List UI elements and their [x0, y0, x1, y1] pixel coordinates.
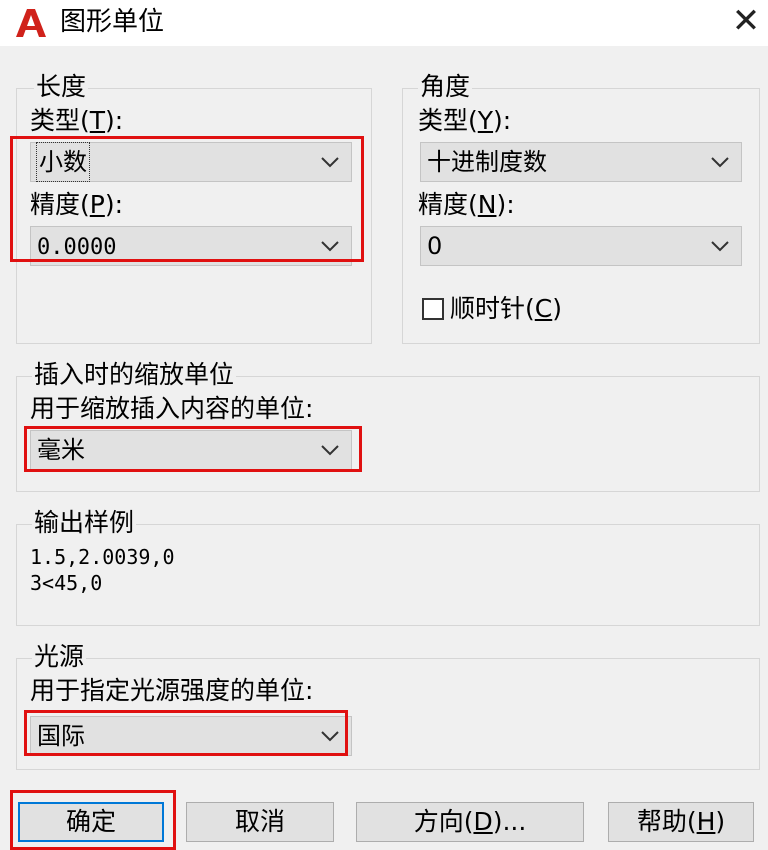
lighting-units-label: 用于指定光源强度的单位: [30, 676, 314, 705]
cancel-button[interactable]: 取消 [186, 802, 334, 842]
length-precision-value: 0.0000 [37, 235, 117, 260]
sample-output-line-1: 1.5,2.0039,0 [30, 545, 175, 569]
insertion-scale-group-title: 插入时的缩放单位 [32, 360, 237, 390]
chevron-down-icon [711, 157, 729, 168]
sample-output-group [16, 524, 760, 626]
lighting-group-title: 光源 [32, 642, 87, 672]
lighting-units-value: 国际 [37, 722, 85, 750]
insertion-units-value: 毫米 [37, 436, 85, 464]
angle-group-title: 角度 [418, 72, 473, 102]
dialog-title: 图形单位 [60, 7, 165, 37]
chevron-down-icon [321, 157, 339, 168]
insertion-scale-label: 用于缩放插入内容的单位: [30, 394, 314, 423]
insertion-units-dropdown[interactable]: 毫米 [30, 430, 352, 470]
clockwise-checkbox[interactable] [422, 298, 444, 320]
angle-type-value: 十进制度数 [427, 148, 547, 176]
chevron-down-icon [711, 241, 729, 252]
help-button[interactable]: 帮助(H) [608, 802, 754, 842]
length-type-value: 小数 [36, 142, 90, 182]
angle-precision-label: 精度(N): [418, 190, 515, 219]
angle-precision-value: 0 [427, 232, 443, 260]
angle-precision-dropdown[interactable]: 0 [420, 226, 742, 266]
length-type-dropdown[interactable]: 小数 [30, 142, 352, 182]
chevron-down-icon [321, 445, 339, 456]
autocad-logo-icon [16, 9, 46, 37]
length-group-title: 长度 [34, 72, 89, 102]
lighting-units-dropdown[interactable]: 国际 [30, 716, 352, 756]
length-type-label: 类型(T): [30, 106, 124, 135]
direction-button[interactable]: 方向(D)... [356, 802, 584, 842]
chevron-down-icon [321, 731, 339, 742]
sample-output-line-2: 3<45,0 [30, 571, 103, 595]
angle-type-label: 类型(Y): [418, 106, 512, 135]
chevron-down-icon [321, 241, 339, 252]
clockwise-label[interactable]: 顺时针(C) [450, 294, 562, 324]
length-precision-label: 精度(P): [30, 190, 124, 219]
close-icon[interactable]: ✕ [728, 4, 764, 40]
units-dialog: 图形单位 ✕ 长度 类型(T): 小数 精度(P): 0.0000 角度 类型(… [0, 0, 768, 850]
ok-button[interactable]: 确定 [18, 802, 164, 842]
title-bar: 图形单位 ✕ [0, 0, 768, 46]
sample-output-group-title: 输出样例 [32, 508, 137, 538]
angle-type-dropdown[interactable]: 十进制度数 [420, 142, 742, 182]
length-precision-dropdown[interactable]: 0.0000 [30, 226, 352, 266]
